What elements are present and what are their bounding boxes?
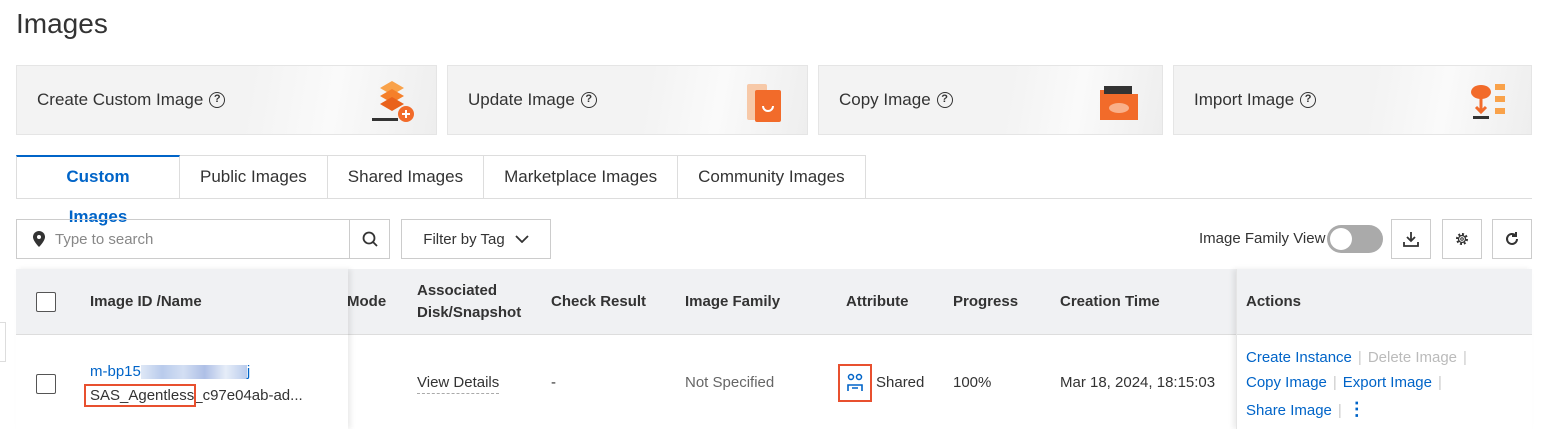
view-details-link[interactable]: View Details <box>417 374 500 394</box>
page-title: Images <box>16 8 108 39</box>
image-id-prefix: m-bp15 <box>90 363 141 380</box>
copy-image-link[interactable]: Copy Image <box>1246 374 1327 391</box>
import-image-card[interactable]: Import Image? <box>1173 65 1532 135</box>
tab-custom-images[interactable]: Custom Images <box>16 155 180 226</box>
card-label: Import Image <box>1194 90 1295 109</box>
select-all-checkbox[interactable] <box>36 292 56 312</box>
more-actions-icon[interactable]: ⋮ <box>1348 399 1366 419</box>
import-cloud-icon <box>1471 84 1505 119</box>
update-device-icon <box>747 84 781 122</box>
filter-by-tag-button[interactable]: Filter by Tag <box>401 219 551 259</box>
image-family-view-toggle[interactable] <box>1327 225 1383 253</box>
redacted-id <box>140 365 247 380</box>
row-checkbox[interactable] <box>36 374 56 394</box>
card-label: Update Image <box>468 90 575 109</box>
update-image-card[interactable]: Update Image? <box>447 65 808 135</box>
image-id-suffix: j <box>246 363 251 380</box>
filter-label: Filter by Tag <box>423 230 505 248</box>
highlight-box <box>84 384 196 407</box>
create-custom-image-card[interactable]: Create Custom Image? <box>16 65 437 135</box>
help-icon[interactable]: ? <box>936 92 953 108</box>
col-image-id: Image ID /Name <box>90 293 202 310</box>
refresh-button[interactable] <box>1492 219 1532 259</box>
col-attribute: Attribute <box>846 293 909 310</box>
location-pin-icon <box>33 231 45 247</box>
image-family-view-label: Image Family View <box>1199 230 1326 247</box>
gear-icon <box>1456 233 1468 245</box>
delete-image-link[interactable]: Delete Image <box>1368 349 1457 366</box>
image-tabs: Custom Images Public Images Shared Image… <box>16 155 866 226</box>
download-icon <box>1403 232 1419 247</box>
col-creation-time: Creation Time <box>1060 293 1160 310</box>
search-button[interactable] <box>349 220 389 258</box>
progress: 100% <box>953 374 992 391</box>
help-icon[interactable]: ? <box>209 92 226 108</box>
col-check-result: Check Result <box>551 293 647 310</box>
help-icon[interactable]: ? <box>580 92 597 108</box>
card-label: Create Custom Image <box>37 90 204 109</box>
col-image-family: Image Family <box>685 293 781 310</box>
col-actions: Actions <box>1246 293 1302 310</box>
create-instance-link[interactable]: Create Instance <box>1246 349 1352 366</box>
layers-add-icon <box>372 81 414 122</box>
image-family: Not Specified <box>685 374 775 391</box>
tab-public-images[interactable]: Public Images <box>180 155 328 199</box>
copy-image-card[interactable]: Copy Image? <box>818 65 1163 135</box>
settings-button[interactable] <box>1442 219 1482 259</box>
attribute: Shared <box>876 374 925 391</box>
image-name-rest: c97e04ab-ad... <box>202 387 303 404</box>
tab-shared-images[interactable]: Shared Images <box>327 155 485 199</box>
col-mode: Mode <box>347 293 387 310</box>
shared-users-icon <box>847 373 863 391</box>
image-id-link[interactable]: m-bp15 j <box>90 363 250 380</box>
card-label: Copy Image <box>839 90 931 109</box>
help-icon[interactable]: ? <box>1300 92 1317 108</box>
export-image-link[interactable]: Export Image <box>1343 374 1432 391</box>
share-image-link[interactable]: Share Image <box>1246 402 1332 419</box>
col-progress: Progress <box>953 293 1019 310</box>
search-icon <box>362 231 378 247</box>
check-result: - <box>551 374 556 391</box>
side-handle[interactable] <box>0 322 6 362</box>
folder-cloud-icon <box>1100 86 1138 120</box>
chevron-down-icon <box>515 235 529 243</box>
tab-community-images[interactable]: Community Images <box>678 155 866 199</box>
search-input[interactable] <box>45 230 349 248</box>
export-button[interactable] <box>1391 219 1431 259</box>
creation-time: Mar 18, 2024, 18:15:03 <box>1060 374 1216 391</box>
tab-divider <box>16 198 1532 199</box>
col-disk-snapshot: Associated Disk/Snapshot <box>417 282 522 321</box>
tab-marketplace-images[interactable]: Marketplace Images <box>484 155 679 199</box>
search-box <box>16 219 390 259</box>
refresh-icon <box>1506 232 1518 245</box>
